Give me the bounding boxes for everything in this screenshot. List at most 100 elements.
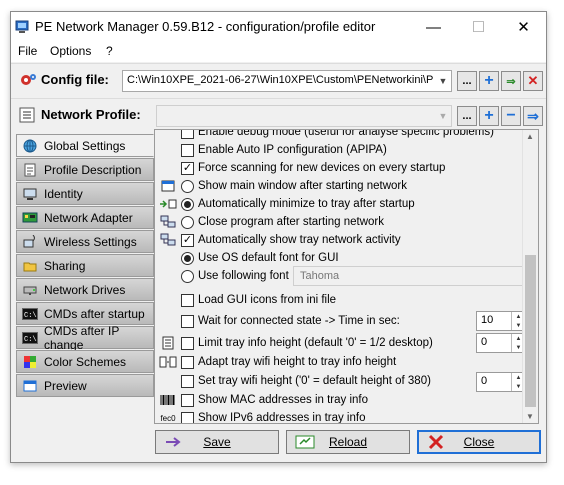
tab-label: Network Drives (44, 282, 126, 297)
add-profile-button[interactable]: + (479, 106, 499, 126)
menu-help[interactable]: ? (106, 44, 113, 58)
radio[interactable] (181, 215, 194, 229)
set-wifi-height-checkbox[interactable]: Set tray wifi height ('0' = default heig… (181, 372, 431, 390)
scroll-down-icon[interactable]: ▼ (526, 412, 534, 421)
checkbox[interactable] (181, 355, 194, 369)
apipa-checkbox[interactable]: Enable Auto IP configuration (APIPA) (181, 141, 387, 159)
checkbox[interactable] (181, 374, 194, 388)
adapt-height-icon (159, 355, 177, 369)
close-window-button[interactable]: ✕ (501, 12, 546, 42)
tab-label: Profile Description (44, 162, 142, 177)
scroll-up-icon[interactable]: ▲ (526, 132, 534, 141)
wait-connected-checkbox[interactable]: Wait for connected state -> Time in sec: (181, 312, 400, 330)
load-config-button[interactable]: ⇒ (501, 71, 521, 91)
menu-options[interactable]: Options (50, 44, 91, 58)
profile-list-icon (19, 107, 35, 123)
os-default-font-radio[interactable]: Use OS default font for GUI (181, 249, 339, 267)
drive-icon (22, 283, 38, 297)
font-name-input[interactable]: Tahoma (293, 266, 528, 286)
tray-activity-checkbox[interactable]: ✓ Automatically show tray network activit… (181, 231, 401, 249)
checkbox[interactable] (181, 336, 194, 350)
tab-label: Identity (44, 186, 83, 201)
load-gui-icons-checkbox[interactable]: Load GUI icons from ini file (181, 291, 336, 309)
tab-label: CMDs after IP change (44, 323, 120, 352)
menu-file[interactable]: File (18, 44, 37, 58)
limit-tray-height-stepper[interactable]: 0 ▲ ▼ (476, 333, 526, 353)
checkbox-label: Limit tray info height (default '0' = 1/… (198, 337, 433, 349)
checkbox[interactable] (181, 143, 194, 157)
show-ipv6-checkbox[interactable]: Show IPv6 addresses in tray info (181, 409, 365, 423)
divider (11, 98, 546, 99)
checkbox[interactable] (181, 293, 194, 307)
arrow-right-icon (162, 434, 186, 450)
checkbox-label: Enable Auto IP configuration (APIPA) (198, 144, 387, 156)
checkbox[interactable] (181, 130, 194, 139)
panel-scrollbar[interactable]: ▲ ▼ (522, 130, 538, 423)
checkbox-checked[interactable]: ✓ (181, 233, 194, 247)
maximize-button[interactable]: ☐ (456, 12, 501, 42)
tab-color-schemes[interactable]: Color Schemes (16, 350, 154, 373)
checkbox[interactable] (181, 314, 194, 328)
adapt-wifi-height-checkbox[interactable]: Adapt tray wifi height to tray info heig… (181, 353, 396, 371)
auto-minimize-radio[interactable]: Automatically minimize to tray after sta… (181, 195, 415, 213)
tab-identity[interactable]: Identity (16, 182, 154, 205)
tab-cmds-after-startup[interactable]: C:\ CMDs after startup (16, 302, 154, 325)
radio[interactable] (181, 179, 194, 193)
debug-mode-checkbox[interactable]: Enable debug mode (useful for analyse sp… (181, 130, 494, 141)
ipv6-icon: fec0 (160, 413, 176, 423)
add-config-button[interactable]: + (479, 71, 499, 91)
config-file-select[interactable]: C:\Win10XPE_2021-06-27\Win10XPE\Custom\P… (122, 70, 452, 92)
tab-label: Global Settings (44, 138, 126, 153)
following-font-radio[interactable]: Use following font (181, 267, 292, 285)
tab-label: Color Schemes (44, 354, 127, 369)
checkbox[interactable] (181, 411, 194, 423)
reload-button[interactable]: Reload (286, 430, 410, 454)
wireless-icon (22, 234, 38, 249)
save-button[interactable]: Save (155, 430, 279, 454)
scrollbar-thumb[interactable] (525, 255, 536, 407)
radio-selected[interactable] (181, 197, 194, 211)
network-computers-icon (159, 215, 177, 229)
app-window: PE Network Manager 0.59.B12 - configurat… (10, 11, 547, 463)
close-button[interactable]: Close (417, 430, 541, 454)
wait-seconds-stepper[interactable]: 10 ▲ ▼ (476, 311, 526, 331)
chevron-down-icon: ▼ (435, 106, 451, 126)
tab-cmds-after-ip-change[interactable]: C:\ CMDs after IP change (16, 323, 154, 352)
close-program-radio[interactable]: Close program after starting network (181, 213, 384, 231)
radio-label: Use following font (198, 270, 289, 282)
tab-preview[interactable]: Preview (16, 374, 154, 397)
browse-config-button[interactable]: ... (457, 71, 477, 91)
window-icon (22, 379, 38, 393)
tab-profile-description[interactable]: Profile Description (16, 158, 154, 181)
checkbox[interactable] (181, 393, 194, 407)
checkbox-checked[interactable]: ✓ (181, 161, 194, 175)
stepper-value: 10 (481, 314, 494, 326)
apply-profile-button[interactable]: ⇒ (523, 106, 543, 126)
radio[interactable] (181, 269, 194, 283)
radio-label: Close program after starting network (198, 216, 384, 228)
show-main-window-radio[interactable]: Show main window after starting network (181, 177, 407, 195)
radio-label: Automatically minimize to tray after sta… (198, 198, 415, 210)
tab-network-adapter[interactable]: Network Adapter (16, 206, 154, 229)
force-scan-checkbox[interactable]: ✓ Force scanning for new devices on every… (181, 159, 445, 177)
network-card-icon (22, 211, 38, 225)
radio-label: Use OS default font for GUI (198, 252, 339, 264)
wifi-height-stepper[interactable]: 0 ▲ ▼ (476, 372, 526, 392)
cmd-icon: C:\ (22, 307, 38, 321)
delete-config-button[interactable]: ✕ (523, 71, 543, 91)
radio-selected[interactable] (181, 251, 194, 265)
tab-sharing[interactable]: Sharing (16, 254, 154, 277)
stepper-value: 0 (481, 336, 488, 348)
remove-profile-button[interactable]: − (501, 106, 521, 126)
radio-label: Show main window after starting network (198, 180, 408, 192)
tab-label: Sharing (44, 258, 86, 273)
tab-network-drives[interactable]: Network Drives (16, 278, 154, 301)
browse-profile-button[interactable]: ... (457, 106, 477, 126)
tab-global-settings[interactable]: Global Settings (16, 134, 154, 157)
limit-tray-height-checkbox[interactable]: Limit tray info height (default '0' = 1/… (181, 334, 433, 352)
stepper-value: 0 (481, 375, 488, 387)
tab-wireless-settings[interactable]: Wireless Settings (16, 230, 154, 253)
minimize-button[interactable]: — (411, 12, 456, 42)
show-mac-checkbox[interactable]: Show MAC addresses in tray info (181, 391, 368, 409)
network-profile-select[interactable]: ▼ (156, 105, 452, 127)
